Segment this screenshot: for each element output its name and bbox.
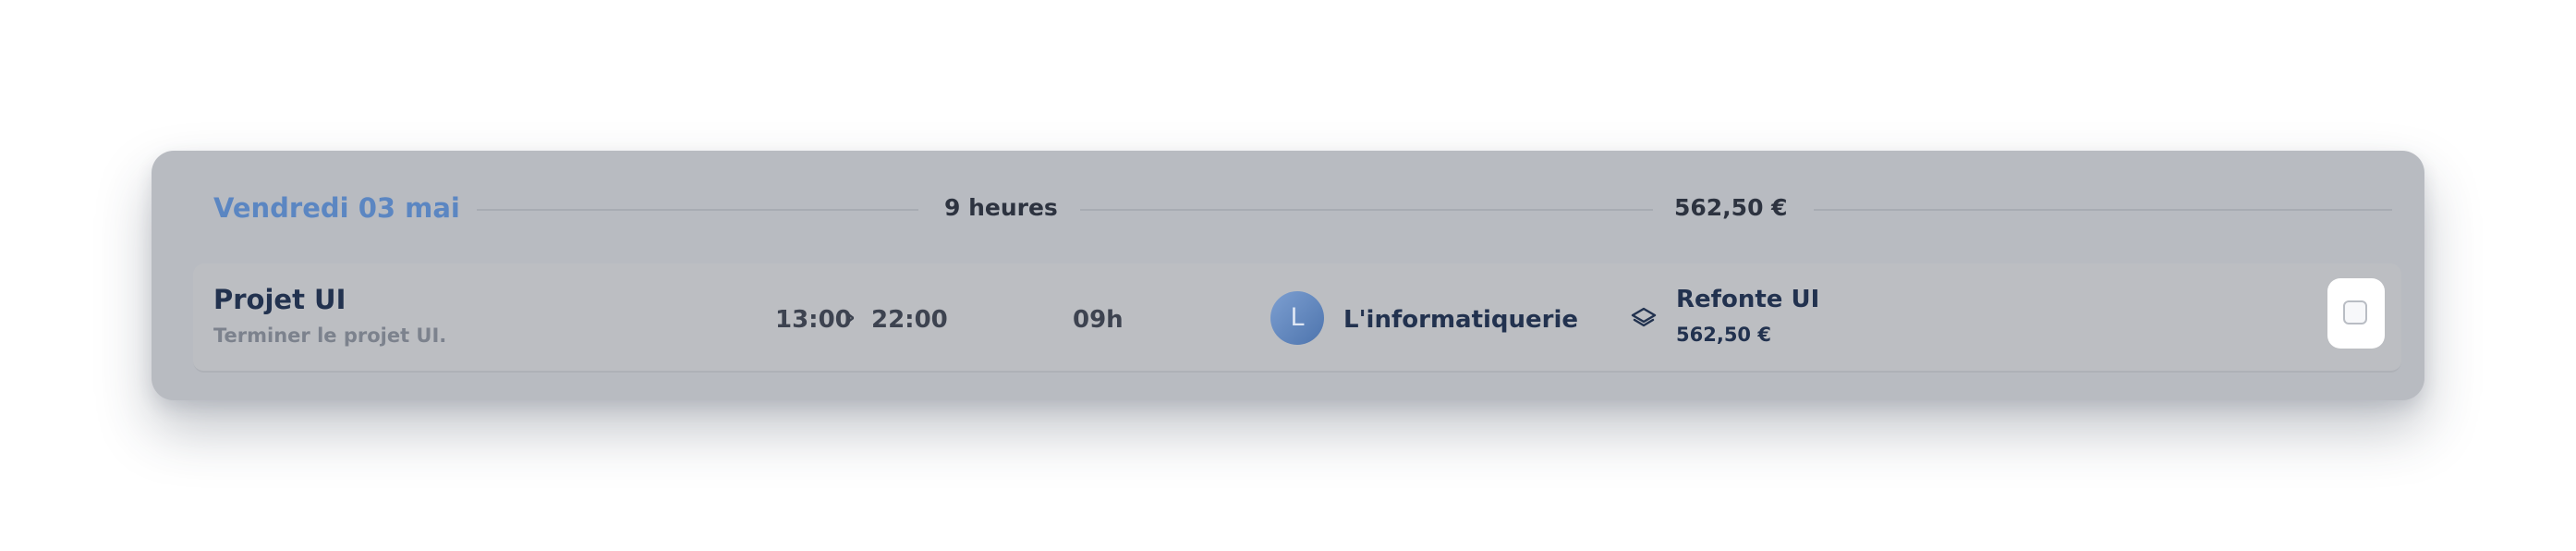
checkbox[interactable] [2343,300,2367,324]
day-hours-total: 9 heures [944,194,1058,221]
entry-title: Projet UI [213,284,346,315]
divider [1080,209,1653,211]
entry-amount: 562,50 € [1676,324,1771,346]
day-amount-total: 562,50 € [1674,194,1788,221]
day-date: Vendredi 03 mai [213,192,460,224]
project-name: Refonte UI [1676,286,1820,313]
divider [477,209,918,211]
divider [1814,209,2392,211]
entry-start-time: 13:00 [775,306,852,334]
entry-end-time: 22:00 [871,306,948,334]
client-name: L'informatiquerie [1343,306,1579,334]
entry-description: Terminer le projet UI. [213,324,447,347]
time-entry-row[interactable]: Projet UI Terminer le projet UI. 13:00 ›… [193,263,2401,373]
client-avatar: L [1270,291,1324,345]
entry-duration: 09h [1073,306,1124,334]
day-card: Vendredi 03 mai 9 heures 562,50 € Projet… [152,151,2424,400]
layers-icon [1631,307,1657,327]
day-header: Vendredi 03 mai 9 heures 562,50 € [152,151,2424,267]
chevron-right-icon: › [846,304,856,330]
select-entry-checkbox[interactable] [2327,278,2385,349]
